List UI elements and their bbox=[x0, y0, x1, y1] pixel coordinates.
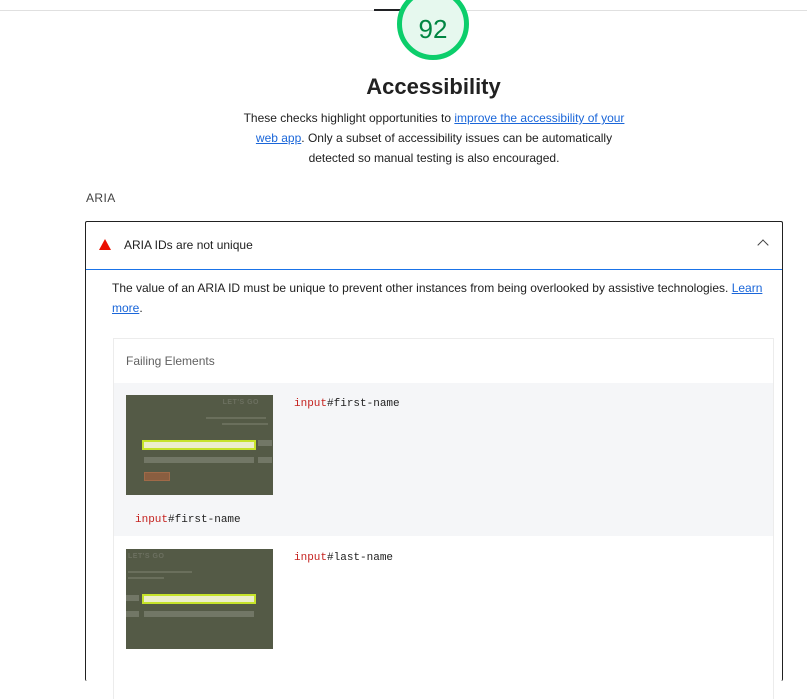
snippet-field bbox=[258, 457, 272, 463]
audit-aria-ids: ARIA IDs are not unique The value of an … bbox=[85, 221, 783, 699]
audit-header[interactable]: ARIA IDs are not unique bbox=[86, 222, 782, 270]
snippet-field bbox=[258, 440, 272, 446]
related-node-selector: input#first-name bbox=[135, 514, 241, 526]
node-id: #first-name bbox=[327, 398, 400, 410]
audit-description: The value of an ARIA ID must be unique t… bbox=[112, 278, 772, 318]
node-id: #last-name bbox=[327, 552, 394, 564]
score-gauge[interactable]: 92 bbox=[397, 0, 469, 60]
node-tag: input bbox=[294, 552, 328, 564]
category-description: These checks highlight opportunities to … bbox=[234, 108, 634, 168]
score-value: 92 bbox=[418, 13, 448, 44]
snippet-text-line bbox=[128, 577, 164, 579]
snippet-heading: LET'S GO bbox=[128, 553, 165, 560]
audit-desc-period: . bbox=[139, 301, 143, 315]
group-title: ARIA bbox=[86, 191, 116, 205]
snippet-button bbox=[144, 472, 170, 481]
snippet-field bbox=[144, 457, 254, 463]
category-title: Accessibility bbox=[366, 74, 501, 99]
element-screenshot[interactable]: LET'S GO bbox=[126, 549, 273, 649]
chevron-up-icon[interactable] bbox=[757, 239, 769, 251]
node-tag: input bbox=[294, 398, 328, 410]
audit-desc-text: The value of an ARIA ID must be unique t… bbox=[112, 281, 732, 295]
snippet-field bbox=[126, 611, 139, 617]
node-selector: input#first-name bbox=[294, 398, 400, 410]
highlighted-field bbox=[142, 594, 256, 604]
highlighted-field bbox=[142, 440, 256, 450]
snippet-field bbox=[144, 611, 254, 617]
node-tag: input bbox=[135, 514, 169, 526]
node-selector: input#last-name bbox=[294, 552, 393, 564]
table-header: Failing Elements bbox=[126, 354, 215, 368]
element-screenshot[interactable]: LET'S GO bbox=[126, 395, 273, 495]
node-id: #first-name bbox=[168, 514, 241, 526]
fail-triangle-icon bbox=[99, 239, 111, 250]
snippet-field bbox=[126, 595, 139, 601]
audit-title: ARIA IDs are not unique bbox=[124, 238, 253, 252]
snippet-heading: LET'S GO bbox=[222, 399, 259, 406]
table-row: LET'S GO input#last-name bbox=[114, 536, 773, 699]
category-desc-text-end: . Only a subset of accessibility issues … bbox=[301, 131, 613, 165]
table-row: LET'S GO input#first-name input#first-na… bbox=[114, 383, 773, 536]
category-desc-text: These checks highlight opportunities to bbox=[243, 111, 455, 125]
snippet-text-line bbox=[128, 571, 192, 573]
snippet-text-line bbox=[206, 417, 266, 419]
failing-elements-table: Failing Elements LET'S GO input#first-na… bbox=[113, 338, 774, 699]
snippet-text-line bbox=[222, 423, 268, 425]
